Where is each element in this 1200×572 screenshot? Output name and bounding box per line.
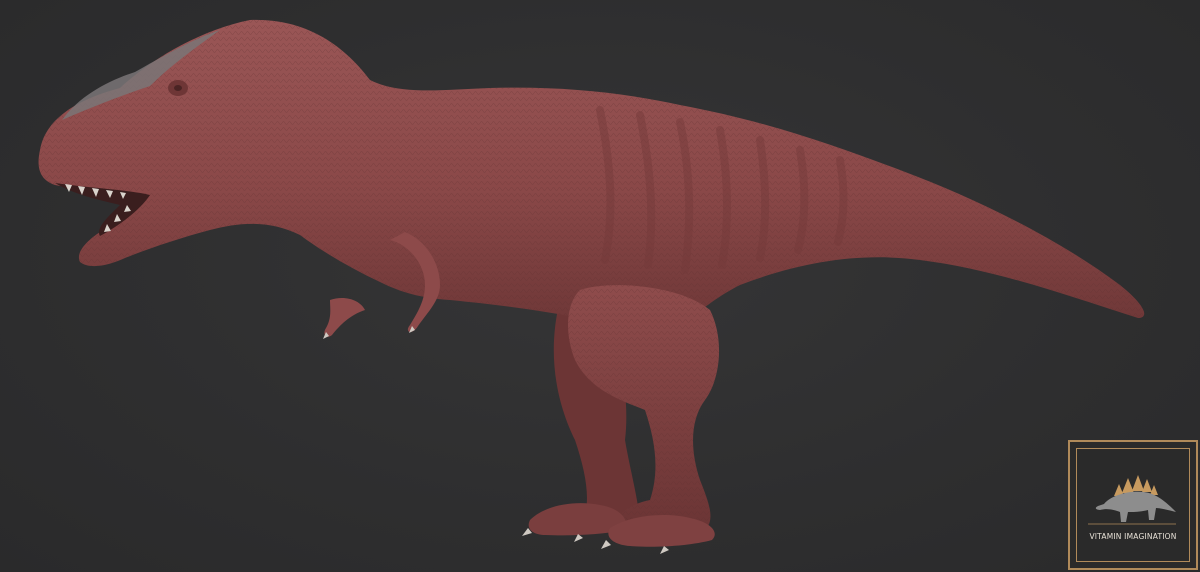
render-viewport: VITAMIN IMAGINATION [0, 0, 1200, 572]
watermark-logo: VITAMIN IMAGINATION [1068, 440, 1198, 570]
logo-text: VITAMIN IMAGINATION [1089, 532, 1177, 541]
trex-sculpt-image [38, 19, 1145, 554]
stegosaurus-icon [1088, 475, 1176, 525]
